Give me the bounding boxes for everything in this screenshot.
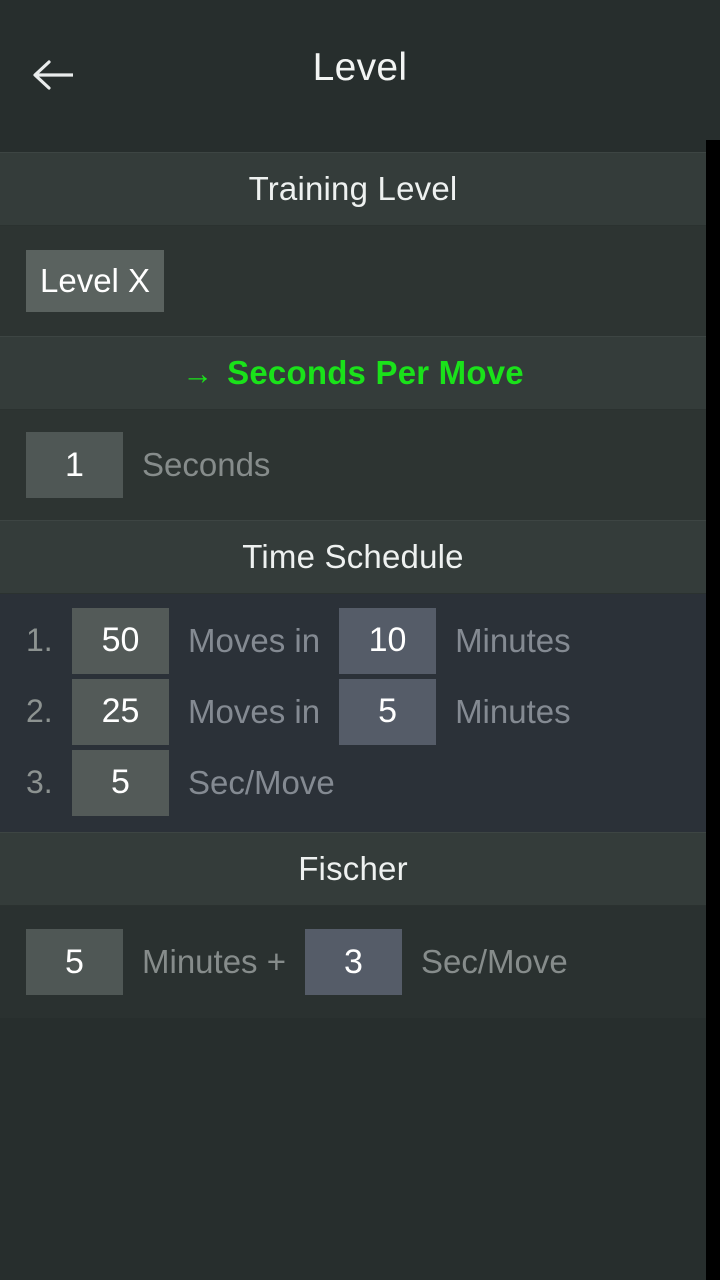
section-header-fischer[interactable]: Fischer (0, 832, 706, 906)
row-moves-value[interactable]: 5 (72, 749, 169, 816)
row-moves-label: Moves in (188, 692, 321, 730)
time-schedule-row: 2. 25 Moves in 5 Minutes (0, 676, 706, 747)
row-moves-value[interactable]: 25 (72, 678, 169, 745)
fischer-increment-label: Sec/Move (421, 943, 568, 980)
row-time-label: Minutes (455, 621, 571, 659)
arrow-right-icon: → (182, 355, 214, 391)
section-header-time-schedule-label: Time Schedule (242, 538, 464, 575)
scrollbar-track[interactable] (706, 140, 720, 1280)
app-bar: Level (0, 0, 720, 152)
row-moves-label: Moves in (188, 621, 321, 659)
section-body-training-level: Level X (0, 226, 706, 336)
seconds-per-move-value[interactable]: 1 (26, 432, 123, 498)
row-index: 3. (26, 764, 53, 800)
section-header-training-level-label: Training Level (248, 170, 458, 207)
section-header-seconds-per-move[interactable]: → Seconds Per Move (0, 336, 706, 410)
section-header-seconds-per-move-label: Seconds Per Move (227, 354, 524, 391)
training-level-button[interactable]: Level X (26, 250, 165, 312)
row-moves-value[interactable]: 50 (72, 607, 169, 674)
page-title: Level (312, 46, 408, 89)
row-time-label: Minutes (455, 692, 571, 730)
fischer-increment-value[interactable]: 3 (305, 929, 402, 995)
row-time-value[interactable]: 5 (339, 678, 437, 745)
section-body-fischer: 5 Minutes + 3 Sec/Move (0, 906, 706, 1018)
time-schedule-row: 3. 5 Sec/Move (0, 747, 706, 818)
section-header-time-schedule[interactable]: Time Schedule (0, 520, 706, 594)
row-index: 2. (26, 693, 53, 729)
fischer-minutes-value[interactable]: 5 (26, 929, 123, 995)
seconds-per-move-unit-label: Seconds (142, 446, 271, 483)
settings-scroll-container[interactable]: Training Level Level X → Seconds Per Mov… (0, 152, 706, 1280)
section-body-seconds-per-move: 1 Seconds (0, 410, 706, 520)
row-moves-label: Sec/Move (188, 763, 335, 801)
section-header-training-level: Training Level (0, 152, 706, 226)
section-header-fischer-label: Fischer (298, 850, 408, 887)
section-body-time-schedule: 1. 50 Moves in 10 Minutes 2. 25 Moves in… (0, 594, 706, 832)
time-schedule-row: 1. 50 Moves in 10 Minutes (0, 605, 706, 676)
level-settings-screen: Level Training Level Level X → Seconds P… (0, 0, 720, 1280)
row-index: 1. (26, 622, 53, 658)
row-time-value[interactable]: 10 (339, 607, 437, 674)
fischer-minutes-label: Minutes + (142, 943, 286, 980)
